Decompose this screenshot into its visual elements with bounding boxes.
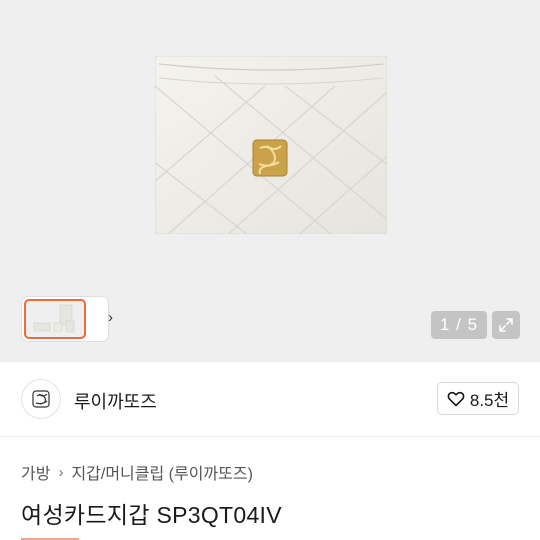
shop-info-row[interactable]: 루이까또즈 8.5천 [0,362,540,437]
breadcrumb-chevron-icon: › [58,463,64,481]
shop-avatar[interactable] [21,379,61,419]
product-image[interactable] [155,56,387,234]
breadcrumb-item-wallet[interactable]: 지갑/머니클립 (루이까또즈) [71,460,252,484]
expand-icon [499,318,513,332]
breadcrumb: 가방 › 지갑/머니클립 (루이까또즈) [21,460,253,484]
breadcrumb-item-bag[interactable]: 가방 [21,460,50,484]
expand-button[interactable] [492,311,520,339]
thumbnail-image [33,304,75,333]
product-title: 여성카드지갑 SP3QT04IV [21,502,282,528]
counter-separator: / [456,315,462,334]
counter-current: 1 [439,315,451,334]
like-button[interactable]: 8.5천 [437,382,519,415]
thumbnail-1[interactable] [24,299,86,339]
image-counter: 1 / 5 [431,311,487,339]
heart-outline-icon [447,391,465,406]
like-count: 8.5천 [469,391,510,410]
chevron-right-icon[interactable]: › [108,309,113,327]
shop-name[interactable]: 루이까또즈 [74,388,157,414]
counter-total: 5 [467,315,479,334]
shop-logo-icon [32,390,50,408]
product-gallery[interactable]: › 1 / 5 [0,0,540,362]
thumbnail-strip[interactable]: › [22,297,113,341]
